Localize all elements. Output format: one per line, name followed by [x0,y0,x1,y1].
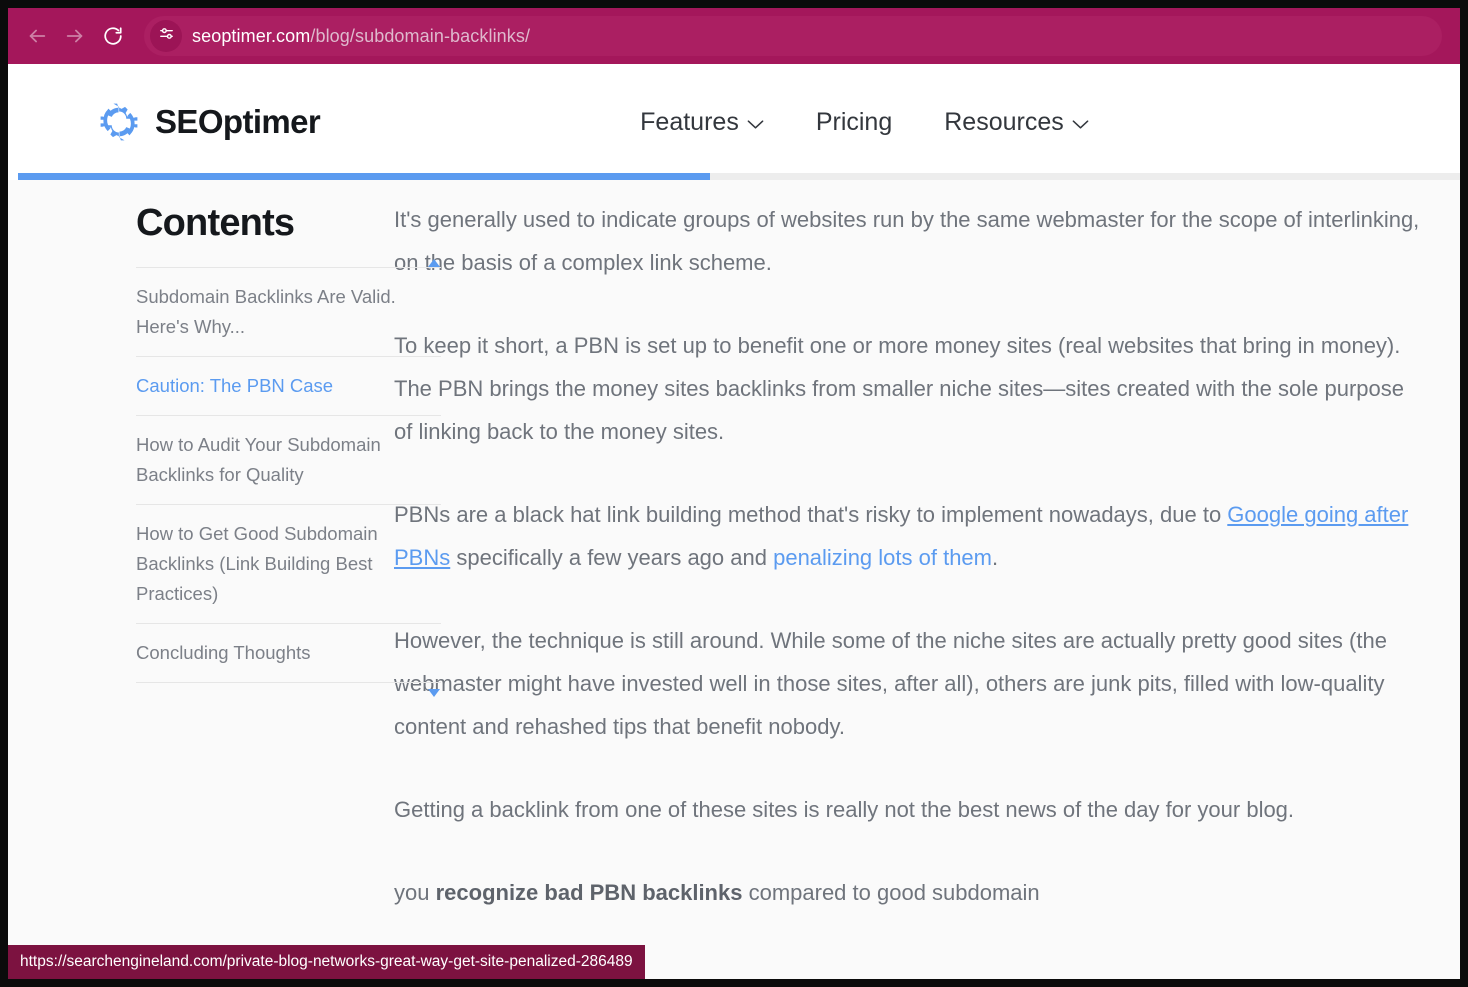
link-penalizing-lots-of-them[interactable]: penalizing lots of them [773,545,992,570]
gear-logo-icon [96,99,142,145]
toc-scroll-down-icon[interactable] [427,685,441,697]
url-path: /blog/subdomain-backlinks/ [310,25,531,46]
reading-progress-track [18,173,1460,180]
page-viewport: SEOptimer Features Pricing Resources Con… [8,64,1460,979]
paragraph-6: you recognize bad PBN backlinks compared… [394,871,1425,914]
browser-window: seoptimer.com/blog/subdomain-backlinks/ … [8,8,1460,979]
screenshot-frame: seoptimer.com/blog/subdomain-backlinks/ … [0,0,1468,987]
toc-heading: Contents [136,202,295,244]
paragraph-3-text-2: specifically a few years ago and [450,545,774,570]
toc-item-3[interactable]: How to Get Good Subdomain Backlinks (Lin… [136,504,441,623]
logo-wordmark: SEOptimer [155,103,321,140]
chevron-down-icon [1072,108,1089,137]
paragraph-6-text-1: you [394,880,436,905]
paragraph-6-text-2: compared to good subdomain [742,880,1040,905]
forward-button[interactable] [56,17,94,55]
paragraph-1: It's generally used to indicate groups o… [394,207,1420,275]
paragraph-2: To keep it short, a PBN is set up to ben… [394,333,1404,444]
nav-label-features: Features [640,107,739,136]
site-logo[interactable]: SEOptimer [96,99,321,145]
forward-arrow-icon [64,25,86,47]
site-header: SEOptimer Features Pricing Resources [8,64,1460,180]
nav-label-pricing: Pricing [815,107,893,136]
browser-toolbar: seoptimer.com/blog/subdomain-backlinks/ [8,8,1460,64]
back-arrow-icon [26,25,48,47]
paragraph-3-text-1: PBNs are a black hat link building metho… [394,502,1228,527]
address-bar[interactable]: seoptimer.com/blog/subdomain-backlinks/ [144,16,1442,56]
table-of-contents: Contents Subdomain Backlinks Are Valid. … [8,180,441,979]
toc-item-4[interactable]: Concluding Thoughts [136,623,441,683]
paragraph-4: However, the technique is still around. … [394,628,1387,739]
toc-item-1[interactable]: Caution: The PBN Case [136,356,441,415]
toc-list: Subdomain Backlinks Are Valid. Here's Wh… [136,259,441,697]
reading-progress-fill [18,173,711,180]
paragraph-3: PBNs are a black hat link building metho… [394,493,1425,579]
reload-button[interactable] [94,17,132,55]
back-button[interactable] [18,17,56,55]
nav-item-pricing[interactable]: Pricing [816,108,892,137]
reload-icon [102,25,124,47]
tune-sliders-icon [158,25,175,47]
paragraph-6-bold: recognize bad PBN backlinks [435,880,743,905]
nav-label-resources: Resources [944,107,1064,136]
site-info-button[interactable] [150,20,182,52]
content-area: Contents Subdomain Backlinks Are Valid. … [8,180,1460,979]
url-text: seoptimer.com/blog/subdomain-backlinks/ [192,26,530,47]
chevron-down-icon [747,108,764,137]
main-navigation: Features Pricing Resources [640,108,1089,137]
url-domain: seoptimer.com [192,25,311,46]
toc-item-0[interactable]: Subdomain Backlinks Are Valid. Here's Wh… [136,267,441,356]
toc-item-2[interactable]: How to Audit Your Subdomain Backlinks fo… [136,415,441,504]
paragraph-3-text-3: . [992,545,999,570]
nav-item-features[interactable]: Features [640,108,764,137]
toc-scroll-up-icon[interactable] [427,255,441,267]
paragraph-5: Getting a backlink from one of these sit… [394,797,1295,822]
article-body: It's generally used to indicate groups o… [338,180,1460,979]
nav-item-resources[interactable]: Resources [944,108,1089,137]
link-status-bar: https://searchengineland.com/private-blo… [8,944,645,979]
